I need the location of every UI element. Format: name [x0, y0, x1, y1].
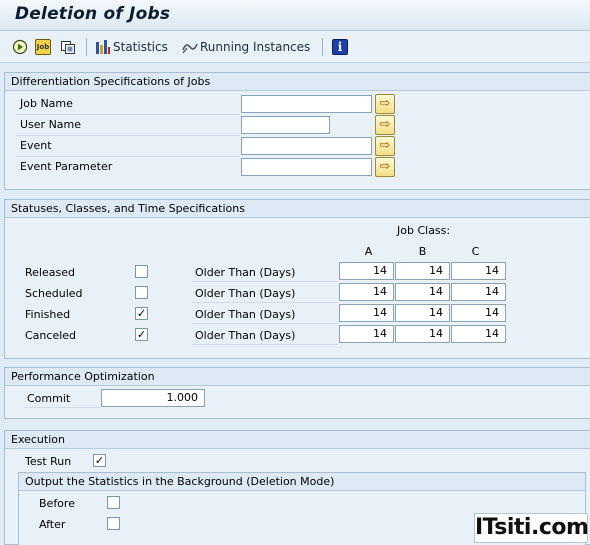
older-than-label: Older Than (Days)	[195, 287, 296, 300]
statistics-icon	[95, 39, 111, 55]
canceled-class-c-field[interactable]: 14	[451, 325, 506, 343]
commit-label: Commit	[27, 392, 71, 405]
performance-group: Performance Optimization	[4, 367, 590, 419]
job-name-field[interactable]	[241, 95, 372, 113]
canceled-class-a-field[interactable]: 14	[339, 325, 394, 343]
event-parameter-label: Event Parameter	[20, 160, 113, 173]
differentiation-header: Differentiation Specifications of Jobs	[5, 73, 590, 91]
finished-class-b-field[interactable]: 14	[395, 304, 450, 322]
job-name-multiselect-button[interactable]: ⇨	[375, 94, 395, 114]
row-divider	[24, 407, 100, 408]
scheduled-class-b-field[interactable]: 14	[395, 283, 450, 301]
event-parameter-multiselect-button[interactable]: ⇨	[375, 157, 395, 177]
row-divider	[16, 156, 240, 157]
performance-header: Performance Optimization	[5, 368, 590, 386]
finished-checkbox[interactable]: ✓	[135, 307, 148, 320]
job-icon[interactable]: Job	[35, 39, 51, 55]
after-checkbox[interactable]	[107, 517, 120, 530]
event-parameter-field[interactable]	[241, 158, 372, 176]
row-divider	[192, 344, 338, 345]
canceled-class-b-field[interactable]: 14	[395, 325, 450, 343]
application-toolbar: Job Statistics Running Instances i	[0, 31, 590, 63]
released-checkbox[interactable]	[135, 265, 148, 278]
execution-header: Execution	[5, 431, 590, 449]
user-name-label: User Name	[20, 118, 82, 131]
older-than-label: Older Than (Days)	[195, 308, 296, 321]
after-label: After	[39, 518, 66, 531]
finished-label: Finished	[25, 308, 71, 321]
user-name-multiselect-button[interactable]: ⇨	[375, 115, 395, 135]
finished-class-a-field[interactable]: 14	[339, 304, 394, 322]
execute-clock-icon[interactable]	[12, 39, 28, 55]
before-label: Before	[39, 497, 75, 510]
statuses-header: Statuses, Classes, and Time Specificatio…	[5, 200, 590, 218]
scheduled-class-a-field[interactable]: 14	[339, 283, 394, 301]
canceled-label: Canceled	[25, 329, 77, 342]
class-b-header: B	[418, 245, 427, 258]
test-run-checkbox[interactable]: ✓	[93, 454, 106, 467]
statistics-button[interactable]: Statistics	[113, 40, 168, 54]
older-than-label: Older Than (Days)	[195, 329, 296, 342]
toolbar-separator	[322, 38, 323, 56]
job-name-label: Job Name	[20, 97, 73, 110]
class-a-header: A	[364, 245, 373, 258]
event-multiselect-button[interactable]: ⇨	[375, 136, 395, 156]
row-divider	[192, 323, 338, 324]
class-c-header: C	[471, 245, 480, 258]
released-label: Released	[25, 266, 75, 279]
output-statistics-header: Output the Statistics in the Background …	[19, 473, 585, 491]
toolbar-separator	[86, 38, 87, 56]
released-class-a-field[interactable]: 14	[339, 262, 394, 280]
user-name-field[interactable]	[241, 116, 330, 134]
row-divider	[192, 281, 338, 282]
scheduled-checkbox[interactable]	[135, 286, 148, 299]
row-divider	[16, 114, 240, 115]
row-divider	[192, 302, 338, 303]
released-class-c-field[interactable]: 14	[451, 262, 506, 280]
row-divider	[16, 135, 240, 136]
canceled-checkbox[interactable]: ✓	[135, 328, 148, 341]
job-class-label: Job Class:	[397, 224, 451, 237]
before-checkbox[interactable]	[107, 496, 120, 509]
running-instances-icon	[181, 39, 198, 55]
page-title: Deletion of Jobs	[15, 4, 171, 24]
commit-field[interactable]: 1.000	[101, 389, 205, 407]
older-than-label: Older Than (Days)	[195, 266, 296, 279]
scheduled-label: Scheduled	[25, 287, 83, 300]
finished-class-c-field[interactable]: 14	[451, 304, 506, 322]
job-variant-icon[interactable]	[60, 39, 76, 55]
event-field[interactable]	[241, 137, 372, 155]
event-label: Event	[20, 139, 52, 152]
info-icon[interactable]: i	[332, 39, 348, 55]
released-class-b-field[interactable]: 14	[395, 262, 450, 280]
test-run-label: Test Run	[25, 455, 72, 468]
running-instances-button[interactable]: Running Instances	[200, 40, 310, 54]
scheduled-class-c-field[interactable]: 14	[451, 283, 506, 301]
watermark-logo: ITsiti.com	[474, 513, 589, 543]
title-bar: Deletion of Jobs	[0, 0, 590, 31]
